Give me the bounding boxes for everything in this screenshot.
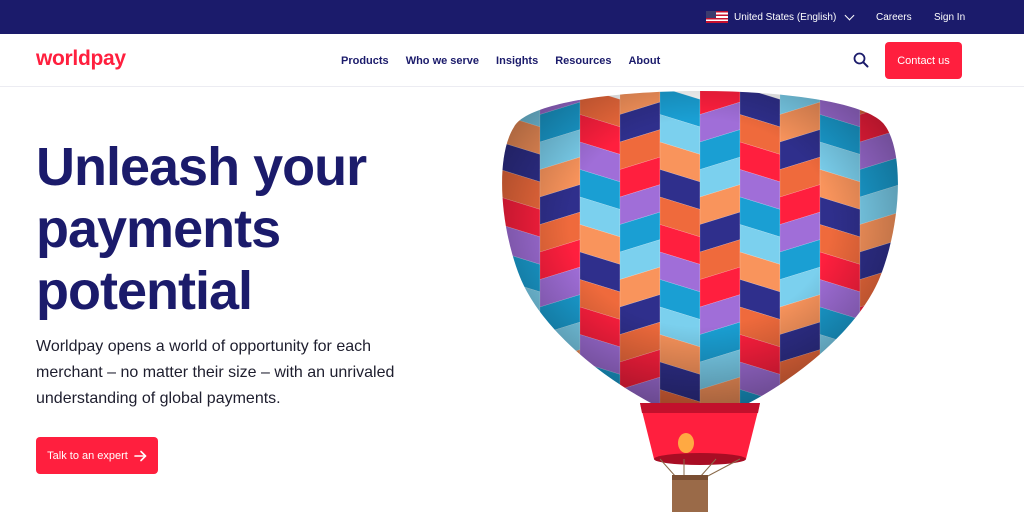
- nav-item-insights[interactable]: Insights: [496, 55, 538, 67]
- chevron-down-icon: [844, 10, 855, 20]
- talk-to-expert-button[interactable]: Talk to an expert: [36, 437, 158, 474]
- locale-selector[interactable]: United States (English): [706, 0, 855, 34]
- nav-item-who-we-serve[interactable]: Who we serve: [406, 55, 479, 67]
- us-flag-icon: [706, 11, 728, 23]
- contact-us-button[interactable]: Contact us: [885, 42, 962, 79]
- search-icon[interactable]: [852, 51, 870, 69]
- nav-item-about[interactable]: About: [628, 55, 660, 67]
- hero-title-line-1: Unleash your: [36, 137, 367, 197]
- main-header: worldpay Products Who we serve Insights …: [0, 34, 1024, 87]
- sign-in-link[interactable]: Sign In: [934, 0, 965, 34]
- hero-title-line-3: potential: [36, 261, 253, 321]
- hero-title: Unleash your payments potential: [36, 136, 456, 322]
- top-utility-bar: United States (English) Careers Sign In: [0, 0, 1024, 34]
- locale-label: United States (English): [734, 11, 837, 23]
- worldpay-logo[interactable]: worldpay: [36, 47, 126, 71]
- hot-air-balloon-image: [502, 91, 898, 512]
- careers-link[interactable]: Careers: [876, 0, 912, 34]
- nav-item-resources[interactable]: Resources: [555, 55, 611, 67]
- talk-to-expert-label: Talk to an expert: [47, 449, 128, 462]
- arrow-right-icon: [134, 450, 147, 461]
- primary-nav: Products Who we serve Insights Resources…: [341, 34, 660, 87]
- hero-title-line-2: payments: [36, 199, 281, 259]
- hero-description: Worldpay opens a world of opportunity fo…: [36, 338, 395, 407]
- nav-item-products[interactable]: Products: [341, 55, 389, 67]
